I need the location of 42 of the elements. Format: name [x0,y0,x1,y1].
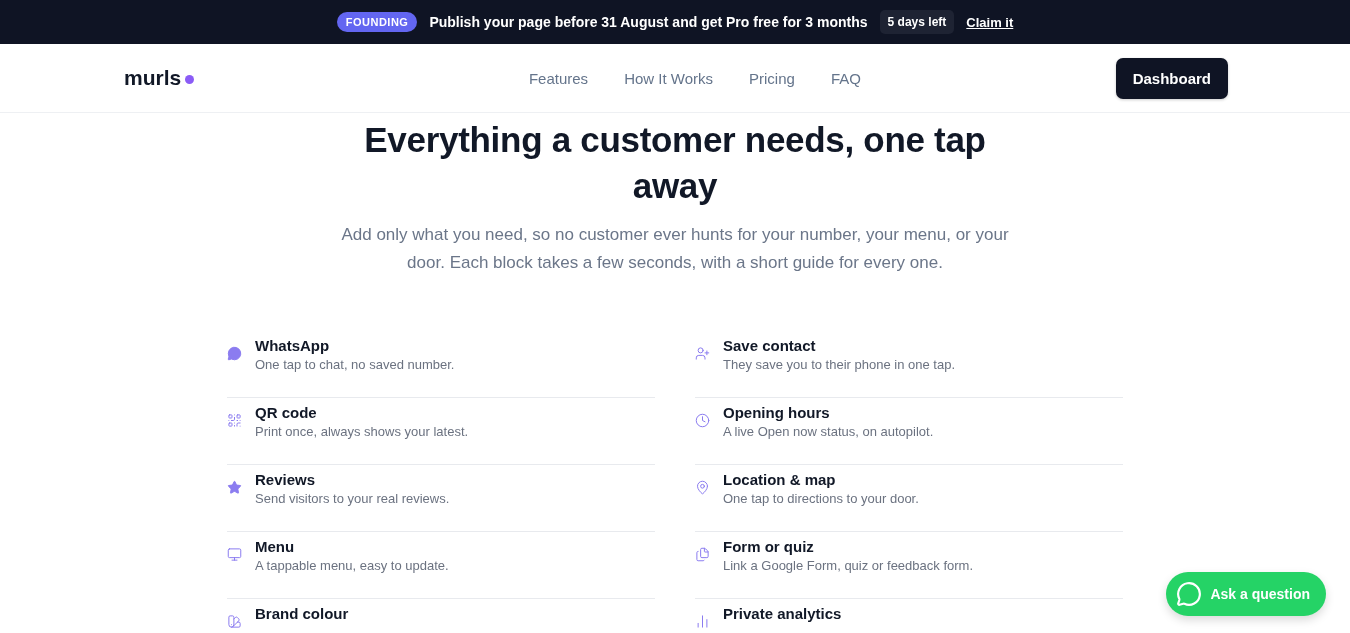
chat-bubble-icon [227,346,242,361]
hero-subtitle: Add only what you need, so no customer ever hunts for your number, your menu, or your door. Each block takes a few seconds, with a short guide for every one. [340,224,1010,274]
bar-chart-icon [695,614,710,629]
documents-icon [695,547,710,562]
feature-title: Reviews [255,471,317,488]
nav-link[interactable]: FAQ [830,69,861,87]
feature-title: Location & map [723,471,837,488]
nav-link[interactable]: Features [528,69,589,87]
logo-dot-icon [185,74,195,84]
feature-description: One tap to directions to your door. [723,491,919,506]
feature-title: WhatsApp [255,337,331,354]
founding-badge: FOUNDING [336,12,418,32]
user-plus-icon [695,346,710,361]
feature-description: One tap to chat, no saved number. [255,357,455,372]
feature-title: Opening hours [723,404,831,421]
chat-bubble-icon [1176,581,1203,607]
promo-message: Publish your page before 31 August and get Pro free for 3 months [429,14,868,30]
feature-description: They save you to their phone in one tap. [723,357,955,372]
qr-code-icon [227,413,242,428]
feature-title: Form or quiz [723,538,815,555]
logo-text[interactable]: murls [124,66,182,90]
feature-title: QR code [255,404,318,421]
swatch-icon [227,614,242,629]
feature-title: Save contact [723,337,817,354]
map-pin-icon [695,480,710,495]
claim-link[interactable]: Claim it [966,14,1014,30]
feature-description: Print once, always shows your latest. [255,424,469,439]
nav-link[interactable]: How It Works [624,69,714,87]
star-icon [227,480,242,495]
monitor-icon [227,547,242,562]
feature-title: Brand colour [255,605,349,622]
dashboard-button[interactable]: Dashboard [1115,57,1228,99]
hero-title: Everything a customer needs, one tap away [363,119,987,207]
clock-icon [695,413,710,428]
feature-title: Menu [255,538,296,555]
feature-title: Private analytics [723,605,842,622]
nav-link[interactable]: Pricing [749,69,795,87]
feature-description: A tappable menu, easy to update. [255,558,449,573]
feature-description: Link a Google Form, quiz or feedback form. [723,558,973,573]
feature-description: A live Open now status, on autopilot. [723,424,934,439]
countdown-badge: 5 days left [879,10,955,34]
feature-description: Send visitors to your real reviews. [255,491,450,506]
